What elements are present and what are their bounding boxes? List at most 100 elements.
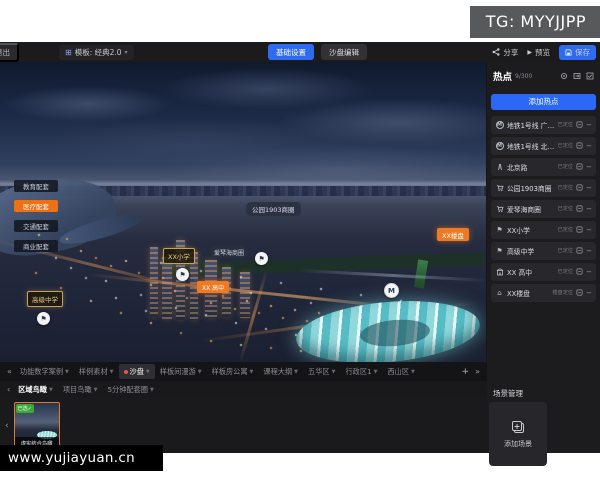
- edit-hotspot-icon[interactable]: [576, 268, 583, 275]
- record-dot-icon: [124, 370, 128, 374]
- edit-hotspot-icon[interactable]: [576, 184, 583, 191]
- scroll-left-icon[interactable]: «: [4, 367, 15, 376]
- add-hotspot-button[interactable]: 添加热点: [491, 94, 596, 110]
- top-toolbar: 退出 ⊞ 模板: 经典2.0 ▾ 基础设置 沙盘编辑 分享 ▶ 预览 保存: [0, 42, 600, 62]
- metro-icon: M: [495, 121, 504, 129]
- hotspot-row[interactable]: ⚑ XX小学 已定位 −: [491, 221, 596, 239]
- road-icon: [495, 163, 504, 171]
- collapse-hotspot-icon[interactable]: −: [586, 184, 592, 192]
- building-tower: [240, 272, 250, 318]
- collapse-hotspot-icon[interactable]: −: [586, 226, 592, 234]
- add-tab-icon[interactable]: +: [459, 367, 473, 377]
- map-label-senior-school[interactable]: 高级中学: [27, 291, 63, 307]
- collapse-hotspot-icon[interactable]: −: [586, 289, 592, 297]
- collapse-hotspot-icon[interactable]: −: [586, 121, 592, 129]
- play-icon: ▶: [527, 49, 532, 56]
- scroll-left-icon[interactable]: ‹: [4, 385, 13, 394]
- collapse-hotspot-icon[interactable]: −: [586, 205, 592, 213]
- preview-button[interactable]: ▶ 预览: [527, 47, 550, 58]
- flag-marker[interactable]: ⚑: [37, 312, 50, 325]
- edit-hotspot-icon[interactable]: [576, 142, 583, 149]
- flag-marker[interactable]: ⚑: [255, 252, 268, 265]
- map-label-high-school[interactable]: XX 高中: [197, 281, 229, 293]
- tab-xishan[interactable]: 西山区▼: [382, 364, 419, 379]
- scene-tabbar-sub: ‹ 区域鸟瞰▼ 项目鸟瞰▼ 5分钟配套圈▼: [0, 381, 487, 398]
- save-icon: [565, 49, 572, 56]
- hotspot-count: 9/300: [515, 73, 532, 80]
- tab-roam[interactable]: 样板间漫游▼: [155, 364, 207, 379]
- map-label-park[interactable]: 公园1903商圈: [246, 202, 301, 216]
- app-window: 退出 ⊞ 模板: 经典2.0 ▾ 基础设置 沙盘编辑 分享 ▶ 预览 保存: [0, 42, 600, 453]
- hotspot-row[interactable]: ⌂ XX楼盘 楼盘定位 −: [491, 284, 596, 302]
- share-icon: [492, 48, 500, 56]
- exit-button[interactable]: 退出: [0, 43, 19, 62]
- map-label-property[interactable]: XX楼盘: [437, 228, 469, 241]
- collapse-hotspot-icon[interactable]: −: [586, 142, 592, 150]
- hotspot-sidebar: 热点 9/300 添加热点 M 地铁1号线 广… 已定位 − M 地铁1号线 北…: [487, 62, 600, 453]
- tab-syllabus[interactable]: 课程大纲▼: [258, 364, 303, 379]
- tab-material[interactable]: 样例素材▼: [74, 364, 119, 379]
- save-button[interactable]: 保存: [559, 45, 596, 60]
- tab-wuhua[interactable]: 五华区▼: [303, 364, 340, 379]
- scene-manage-button[interactable]: 场景管理: [493, 388, 523, 399]
- tab-apartment[interactable]: 样板房公寓▼: [207, 364, 259, 379]
- multi-select-icon[interactable]: [586, 72, 594, 80]
- cart-icon: [495, 205, 504, 213]
- tab-case[interactable]: 功能数字案例▼: [15, 364, 74, 379]
- collapse-hotspot-icon[interactable]: −: [586, 247, 592, 255]
- house-icon: ⌂: [495, 289, 504, 297]
- hotspot-row[interactable]: 公园1903商圈 已定位 −: [491, 179, 596, 197]
- tab-district1[interactable]: 行政区1▼: [340, 364, 382, 379]
- building-tower: [162, 257, 172, 319]
- config-business-button[interactable]: 商业配套: [14, 240, 58, 252]
- config-transport-button[interactable]: 交通配套: [14, 220, 58, 232]
- flag-icon: ⚑: [258, 255, 264, 263]
- flag-marker[interactable]: ⚑: [176, 268, 189, 281]
- template-label: 模板: 经典2.0: [75, 47, 122, 58]
- flag-icon: ⚑: [40, 315, 46, 323]
- hotspot-row[interactable]: 爱琴海商圈 已定位 −: [491, 200, 596, 218]
- subtab-area-birdview[interactable]: 区域鸟瞰▼: [13, 382, 58, 397]
- subtab-project-birdview[interactable]: 项目鸟瞰▼: [58, 382, 103, 397]
- map-label-primary-school[interactable]: XX小学: [163, 248, 195, 264]
- flag-icon: ⚑: [495, 247, 504, 255]
- edit-hotspot-icon[interactable]: [576, 205, 583, 212]
- edit-hotspot-icon[interactable]: [576, 163, 583, 170]
- metro-icon: M: [495, 142, 504, 150]
- tg-watermark: TG: MYYJJPP: [470, 6, 600, 38]
- strip-left-icon[interactable]: ‹: [0, 421, 14, 431]
- share-button[interactable]: 分享: [492, 47, 518, 58]
- hotspot-row[interactable]: M 地铁1号线 广… 已定位 −: [491, 116, 596, 134]
- subtab-5min-circle[interactable]: 5分钟配套圈▼: [102, 382, 158, 397]
- hotspot-row[interactable]: 北京路 已定位 −: [491, 158, 596, 176]
- tab-sandbox[interactable]: 沙盘▼: [119, 364, 155, 379]
- locate-icon[interactable]: [560, 72, 568, 80]
- metro-station-marker[interactable]: M: [384, 283, 399, 298]
- flag-icon: ⚑: [179, 271, 185, 279]
- selected-badge: 已选✓: [16, 404, 34, 413]
- flag-icon: ⚑: [495, 226, 504, 234]
- sandbox-edit-button[interactable]: 沙盘编辑: [321, 44, 367, 60]
- collapse-hotspot-icon[interactable]: −: [586, 268, 592, 276]
- edit-hotspot-icon[interactable]: [576, 247, 583, 254]
- edit-hotspot-icon[interactable]: [576, 289, 583, 296]
- hotspot-title: 热点: [493, 69, 512, 83]
- basic-settings-button[interactable]: 基础设置: [268, 44, 314, 60]
- config-medical-button[interactable]: 医疗配套: [14, 200, 58, 212]
- edit-hotspot-icon[interactable]: [576, 121, 583, 128]
- map-label-mall[interactable]: 爱琴海商圈: [210, 246, 248, 258]
- scene-thumbnail[interactable]: 已选✓ 虚实结合鸟瞰: [14, 402, 60, 449]
- add-scene-button[interactable]: 添加场景: [489, 402, 547, 466]
- export-icon[interactable]: [573, 72, 581, 80]
- scroll-right-icon[interactable]: »: [472, 367, 483, 376]
- config-button-stack: 教育配套 医疗配套 交通配套 商业配套: [14, 180, 58, 252]
- template-selector[interactable]: ⊞ 模板: 经典2.0 ▾: [59, 45, 134, 60]
- hotspot-row[interactable]: XX 高中 已定位 −: [491, 263, 596, 281]
- hotspot-row[interactable]: ⚑ 高级中学 已定位 −: [491, 242, 596, 260]
- chevron-down-icon: ▾: [125, 49, 128, 56]
- city-aerial-view[interactable]: 教育配套 医疗配套 交通配套 商业配套 公园1903商圈 XX楼盘 爱琴海商圈 …: [0, 62, 486, 362]
- config-education-button[interactable]: 教育配套: [14, 180, 58, 192]
- collapse-hotspot-icon[interactable]: −: [586, 163, 592, 171]
- edit-hotspot-icon[interactable]: [576, 226, 583, 233]
- hotspot-row[interactable]: M 地铁1号线 北… 已定位 −: [491, 137, 596, 155]
